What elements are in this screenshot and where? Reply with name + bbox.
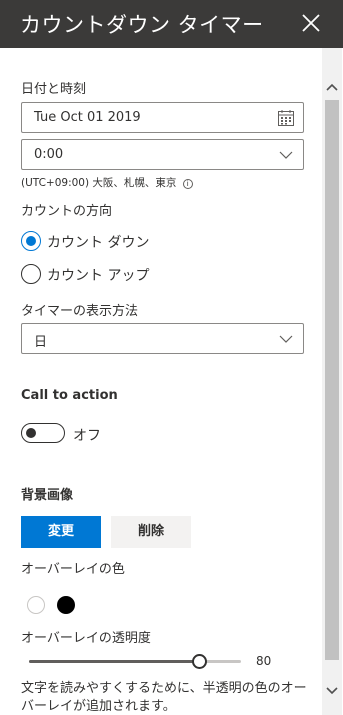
display-mode-dropdown[interactable]: 日	[21, 323, 304, 354]
scroll-down-button[interactable]	[322, 680, 342, 700]
overlay-opacity-label: オーバーレイの透明度	[21, 631, 151, 646]
chevron-down-icon	[277, 146, 295, 164]
overlay-description: 文字を読みやすくするために、半透明の色のオーバーレイが追加されます。	[21, 681, 307, 714]
slider-thumb[interactable]	[191, 654, 207, 669]
overlay-opacity-slider[interactable]	[29, 652, 241, 670]
radio-count-up-label: カウント アップ	[47, 268, 150, 284]
panel-header: カウントダウン タイマー	[0, 0, 343, 48]
slider-fill	[29, 660, 199, 663]
delete-button[interactable]: 削除	[111, 516, 191, 548]
direction-label: カウントの方向	[21, 204, 113, 219]
timezone-text: (UTC+09:00) 大阪、札幌、東京 i	[21, 175, 193, 190]
overlay-opacity-value: 80	[256, 654, 272, 668]
calendar-icon[interactable]	[277, 109, 295, 127]
chevron-up-icon	[326, 83, 338, 91]
call-to-action-heading: Call to action	[21, 388, 118, 403]
toggle-knob	[26, 428, 36, 438]
call-to-action-toggle-label: オフ	[73, 428, 101, 444]
close-button[interactable]	[298, 10, 324, 36]
call-to-action-toggle[interactable]	[21, 423, 65, 443]
radio-count-up-circle[interactable]	[21, 264, 41, 284]
panel-content: 日付と時刻 Tue Oct 01 2019 0:00 (UTC+09:00) 大…	[0, 48, 322, 715]
chevron-down-icon	[277, 330, 295, 348]
overlay-color-white-swatch[interactable]	[27, 596, 45, 614]
chevron-down-icon	[326, 687, 338, 695]
date-picker[interactable]: Tue Oct 01 2019	[21, 102, 304, 133]
timezone-label: (UTC+09:00) 大阪、札幌、東京	[21, 177, 177, 189]
overlay-color-black-swatch[interactable]	[57, 596, 75, 614]
settings-panel: 日付と時刻 Tue Oct 01 2019 0:00 (UTC+09:00) 大…	[0, 48, 343, 715]
time-value: 0:00	[34, 147, 64, 162]
display-mode-label: タイマーの表示方法	[21, 304, 139, 319]
change-button[interactable]: 変更	[21, 516, 101, 548]
radio-count-down-label: カウント ダウン	[47, 235, 150, 251]
overlay-color-label: オーバーレイの色	[21, 562, 125, 577]
panel-scrollbar[interactable]	[322, 48, 342, 715]
time-dropdown[interactable]: 0:00	[21, 139, 304, 170]
background-image-heading: 背景画像	[21, 488, 74, 503]
scroll-up-button[interactable]	[322, 78, 342, 98]
display-mode-value: 日	[34, 335, 48, 350]
info-icon[interactable]: i	[182, 179, 193, 189]
date-value: Tue Oct 01 2019	[34, 110, 141, 125]
radio-count-down-circle[interactable]	[21, 231, 41, 251]
scrollbar-thumb[interactable]	[325, 100, 339, 660]
date-time-label: 日付と時刻	[21, 82, 87, 97]
close-icon	[302, 14, 320, 32]
panel-title: カウントダウン タイマー	[20, 13, 264, 37]
